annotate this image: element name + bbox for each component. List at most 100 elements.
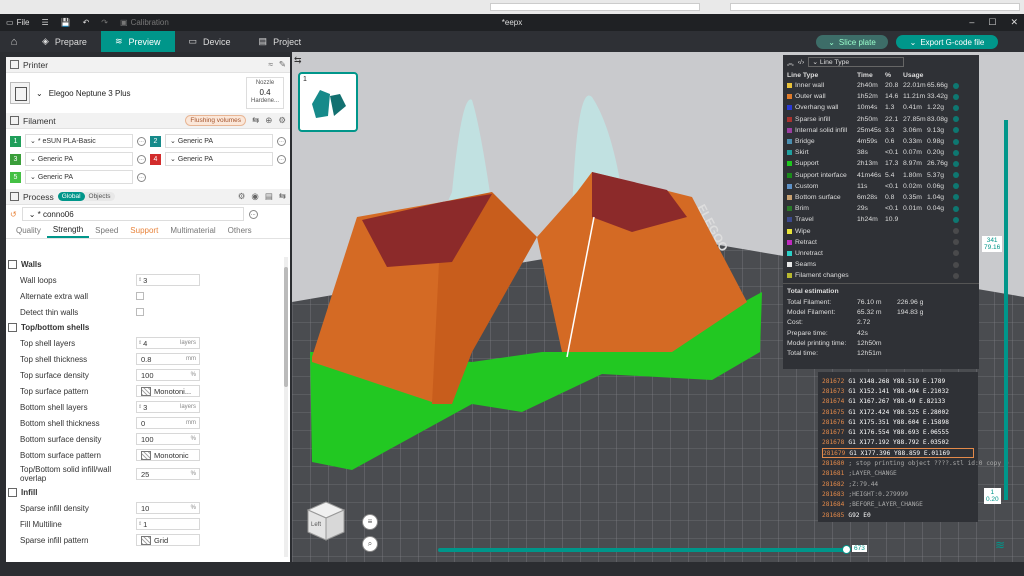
redo-icon[interactable]: ↷ <box>95 18 114 27</box>
export-gcode-button[interactable]: ⌄ Export G-code file <box>896 35 998 49</box>
tab-support[interactable]: Support <box>124 223 164 238</box>
wifi-icon[interactable]: ≈ <box>268 59 273 70</box>
minimize-button[interactable]: – <box>969 17 974 28</box>
compare-icon[interactable]: ⇆ <box>279 191 286 202</box>
sparse-infill-density-input[interactable]: 10% <box>136 502 200 514</box>
filament-preset[interactable]: ⌄ Generic PA <box>25 170 133 184</box>
bottom-shell-layers-input[interactable]: ⇕ 3 layers <box>136 401 200 413</box>
visibility-eye-icon[interactable] <box>953 138 959 145</box>
stepper-icon[interactable]: ⇕ <box>138 340 142 346</box>
visibility-eye-icon[interactable] <box>953 183 959 190</box>
flushing-volumes-button[interactable]: Flushing volumes <box>185 115 246 126</box>
visibility-eye-icon[interactable] <box>953 272 959 279</box>
filament-preset[interactable]: ⌄ * eSUN PLA-Basic <box>25 134 133 148</box>
more-icon[interactable]: … <box>137 154 146 164</box>
filament-slot-2[interactable]: 2 ⌄ Generic PA … <box>150 134 286 148</box>
legend-row[interactable]: Internal solid infill 25m45s 3.3 3.06m 9.13g <box>783 125 979 136</box>
close-button[interactable]: ✕ <box>1010 17 1018 28</box>
legend-row[interactable]: Seams <box>783 259 979 270</box>
legend-row[interactable]: Support interface 41m46s 5.4 1.80m 5.37g <box>783 170 979 181</box>
filament-preset[interactable]: ⌄ Generic PA <box>165 134 273 148</box>
tab-quality[interactable]: Quality <box>10 223 47 238</box>
more-icon[interactable]: … <box>277 136 286 146</box>
visibility-eye-icon[interactable] <box>953 160 959 167</box>
more-icon[interactable]: … <box>137 136 146 146</box>
menu-icon[interactable]: ☰ <box>35 18 54 27</box>
legend-row[interactable]: Travel 1h24m 10.9 <box>783 214 979 225</box>
global-option[interactable]: Global <box>57 192 85 201</box>
visibility-eye-icon[interactable] <box>953 82 959 89</box>
process-preset-select[interactable]: ⌄ * conno06 <box>21 207 244 221</box>
tab-project[interactable]: ▤ Project <box>245 31 316 52</box>
visibility-eye-icon[interactable] <box>953 127 959 134</box>
alternate-extra-wall-checkbox[interactable] <box>136 292 144 300</box>
objects-option[interactable]: Objects <box>85 192 115 201</box>
advanced-icon[interactable]: ⚙ <box>238 191 246 202</box>
fill-multiline-input[interactable]: ⇕ 1 <box>136 518 200 530</box>
more-icon[interactable]: … <box>137 172 146 182</box>
menu-icon[interactable]: ≡ <box>362 514 378 530</box>
filament-slot-3[interactable]: 3 ⌄ Generic PA … <box>10 152 146 166</box>
visibility-eye-icon[interactable] <box>953 250 959 257</box>
stepper-icon[interactable]: ⇕ <box>138 277 142 283</box>
legend-row[interactable]: Filament changes <box>783 270 979 281</box>
view-type-select[interactable]: ⌄ Line Type <box>808 57 905 67</box>
maximize-button[interactable]: ☐ <box>988 17 996 28</box>
filament-slot-4[interactable]: 4 ⌄ Generic PA … <box>150 152 286 166</box>
edit-icon[interactable]: ✎ <box>279 59 286 70</box>
wall-loops-input[interactable]: ⇕ 3 <box>136 274 200 286</box>
layer-slider[interactable] <box>1004 120 1008 500</box>
reset-icon[interactable]: ↺ <box>10 210 17 219</box>
visibility-eye-icon[interactable] <box>953 104 959 111</box>
visibility-eye-icon[interactable] <box>953 228 959 235</box>
add-icon[interactable]: ⊕ <box>265 115 272 126</box>
collapse-icon[interactable]: ︽ <box>787 57 794 67</box>
layers-icon[interactable]: ≋ <box>995 538 1011 554</box>
settings-icon[interactable]: ⚙ <box>278 115 286 126</box>
tab-multimaterial[interactable]: Multimaterial <box>164 223 221 238</box>
top-shell-thickness-input[interactable]: 0.8 mm <box>136 353 200 365</box>
home-icon[interactable]: ⌂ <box>0 36 28 48</box>
printer-selector[interactable]: ⌄ Elegoo Neptune 3 Plus Nozzle 0.4 Harde… <box>6 73 290 113</box>
tab-preview[interactable]: ≋ Preview <box>100 31 175 52</box>
toggle-icon[interactable]: ◉ <box>251 191 258 202</box>
bottom-surface-density-input[interactable]: 100% <box>136 433 200 445</box>
tab-others[interactable]: Others <box>222 223 258 238</box>
legend-row[interactable]: Sparse infill 2h50m 22.1 27.85m 83.08g <box>783 114 979 125</box>
collapse-sidebar-icon[interactable]: ⇆ <box>294 55 302 66</box>
visibility-eye-icon[interactable] <box>953 194 959 201</box>
solid-infill-overlap-input[interactable]: 25% <box>136 468 200 480</box>
legend-row[interactable]: Inner wall 2h40m 20.8 22.01m 65.66g <box>783 80 979 91</box>
more-icon[interactable]: … <box>248 209 258 219</box>
more-icon[interactable]: … <box>277 154 286 164</box>
legend-row[interactable]: Outer wall 1h52m 14.6 11.21m 33.42g <box>783 91 979 102</box>
legend-row[interactable]: Unretract <box>783 248 979 259</box>
save-icon[interactable]: 💾 <box>55 18 77 27</box>
legend-row[interactable]: Retract <box>783 237 979 248</box>
bottom-surface-pattern-select[interactable]: Monotonic <box>136 449 200 461</box>
sparse-infill-pattern-select[interactable]: Grid <box>136 534 200 546</box>
settings-scrollbar[interactable] <box>284 257 288 557</box>
file-menu[interactable]: ▭ File <box>0 18 35 27</box>
tab-prepare[interactable]: ◈ Prepare <box>28 31 101 52</box>
tab-device[interactable]: ▭ Device <box>175 31 245 52</box>
visibility-eye-icon[interactable] <box>953 216 959 223</box>
move-slider[interactable] <box>438 548 848 552</box>
legend-row[interactable]: Support 2h13m 17.3 8.97m 26.76g <box>783 158 979 169</box>
plate-thumbnail[interactable]: 1 <box>298 72 358 132</box>
calibration-menu[interactable]: ▣ Calibration <box>114 18 175 27</box>
bottom-shell-thickness-input[interactable]: 0 mm <box>136 417 200 429</box>
view-cube[interactable]: Left <box>304 498 348 544</box>
move-slider-handle[interactable] <box>842 545 851 554</box>
visibility-eye-icon[interactable] <box>953 116 959 123</box>
legend-row[interactable]: Overhang wall 10m4s 1.3 0.41m 1.22g <box>783 102 979 113</box>
code-icon[interactable]: ‹/› <box>798 59 804 66</box>
visibility-eye-icon[interactable] <box>953 93 959 100</box>
legend-row[interactable]: Wipe <box>783 225 979 236</box>
legend-row[interactable]: Brim 29s <0.1 0.01m 0.04g <box>783 203 979 214</box>
filament-slot-5[interactable]: 5 ⌄ Generic PA … <box>10 170 146 184</box>
global-objects-toggle[interactable]: Global Objects <box>57 192 115 201</box>
legend-row[interactable]: Bridge 4m59s 0.6 0.33m 0.98g <box>783 136 979 147</box>
slice-plate-button[interactable]: ⌄ Slice plate <box>816 35 888 49</box>
stepper-icon[interactable]: ⇕ <box>138 404 142 410</box>
